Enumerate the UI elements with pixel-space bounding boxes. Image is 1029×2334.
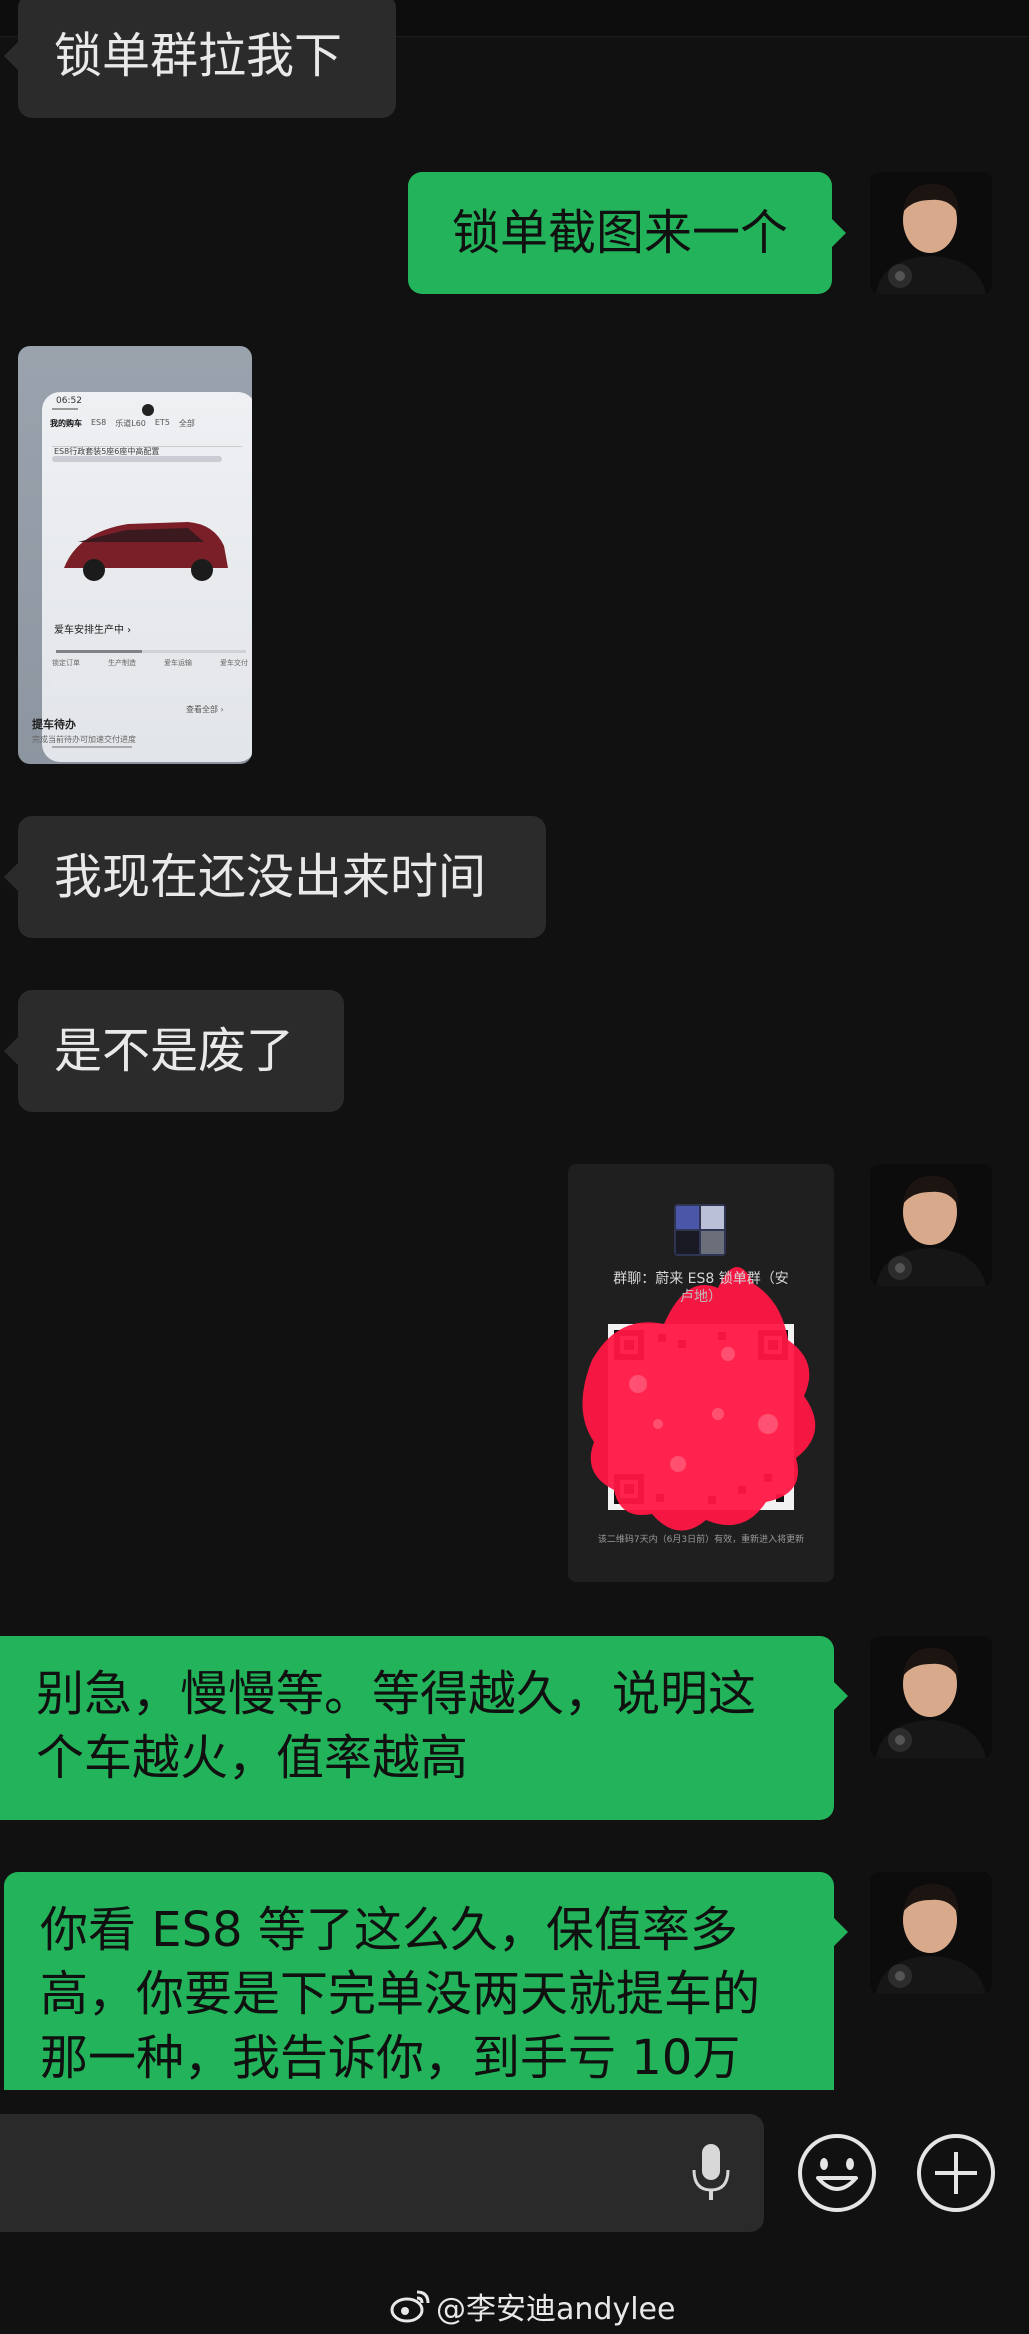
avatar-photo — [870, 172, 992, 294]
order-tabs: 我的购车 ES8 乐道L60 ET5 全部 — [50, 418, 250, 429]
order-todo-subtitle: 完成当前待办可加速交付进度 — [32, 735, 136, 744]
avatar[interactable] — [870, 1872, 992, 1994]
emoji-icon[interactable] — [796, 2132, 878, 2214]
message-text: 我现在还没出来时间 — [54, 849, 487, 905]
order-banner: ES8行政套装5座6座中高配置 — [54, 447, 160, 456]
avatar[interactable] — [870, 172, 992, 294]
message-input[interactable] — [0, 2114, 764, 2232]
avatar-photo — [870, 1636, 992, 1758]
avatar-photo — [870, 1872, 992, 1994]
order-tab: 全部 — [178, 419, 195, 428]
order-tab: 我的购车 — [50, 419, 82, 428]
order-tab: 乐道L60 — [115, 419, 146, 428]
order-todo-title: 提车待办 — [32, 718, 76, 731]
message-text: 锁单群拉我下 — [54, 28, 343, 84]
plus-icon[interactable] — [915, 2132, 997, 2214]
message-bubble-outgoing[interactable]: 别急，慢慢等。等得越久，说明这 个车越火，值率越高 — [0, 1636, 848, 1820]
watermark-text: @李安迪andylee — [436, 2292, 676, 2327]
message-bubble-outgoing[interactable]: 锁单截图来一个 — [408, 172, 846, 294]
avatar[interactable] — [870, 1636, 992, 1758]
order-steps: 锁定订单 生产制造 爱车运输 爱车交付 — [52, 658, 248, 668]
order-step: 爱车交付 — [220, 659, 248, 667]
message-text-line: 那一种，我告诉你，到手亏 10万 — [40, 2030, 741, 2086]
qr-group-title-line1: 群聊：蔚来 ES8 锁单群（安 — [613, 1271, 789, 1287]
order-screenshot-image — [18, 346, 252, 764]
qr-group-title-line2: 卢地） — [680, 1289, 722, 1305]
order-step: 锁定订单 — [52, 659, 80, 667]
order-step: 生产制造 — [108, 659, 136, 667]
qr-group-title: 群聊：蔚来 ES8 锁单群（安 卢地） — [568, 1270, 834, 1306]
order-view-all: 查看全部 › — [186, 705, 224, 714]
message-text-line: 高，你要是下完单没两天就提车的 — [40, 1966, 761, 2022]
message-text-line: 个车越火，值率越高 — [36, 1730, 469, 1786]
message-text-line: 别急，慢慢等。等得越久，说明这 — [36, 1666, 757, 1722]
microphone-icon[interactable] — [686, 2140, 736, 2208]
avatar-photo — [870, 1164, 992, 1286]
order-tab: ET5 — [154, 418, 170, 427]
order-tab: ES8 — [91, 418, 107, 427]
image-message-group-qr[interactable]: 群聊：蔚来 ES8 锁单群（安 卢地） 该二维码7天内（6月3日前）有效，重新进… — [568, 1164, 834, 1582]
chat-input-bar — [0, 2090, 1029, 2260]
qr-footer-text: 该二维码7天内（6月3日前）有效，重新进入将更新 — [597, 1535, 805, 1545]
avatar[interactable] — [870, 1164, 992, 1286]
weibo-icon — [390, 2288, 432, 2324]
order-step: 爱车运输 — [164, 659, 192, 667]
image-message-order-screenshot[interactable]: 06:52 我的购车 ES8 乐道L60 ET5 全部 ES8行政套装5座6座中… — [18, 346, 252, 764]
message-text-line: 你看 ES8 等了这么久，保值率多 — [40, 1902, 738, 1958]
message-bubble-outgoing[interactable]: 你看 ES8 等了这么久，保值率多 高，你要是下完单没两天就提车的 那一种，我告… — [4, 1872, 848, 2112]
message-text: 锁单截图来一个 — [451, 205, 788, 261]
order-progress-title: 爱车安排生产中 › — [54, 625, 132, 636]
order-status-time: 06:52 — [56, 396, 82, 406]
message-text: 是不是废了 — [54, 1023, 295, 1079]
weibo-watermark: @李安迪andylee — [390, 2280, 675, 2332]
qr-card-image — [582, 1204, 816, 1531]
message-bubble-incoming[interactable]: 锁单群拉我下 — [4, 0, 396, 118]
message-bubble-incoming[interactable]: 我现在还没出来时间 — [4, 816, 546, 938]
message-bubble-incoming[interactable]: 是不是废了 — [4, 990, 344, 1112]
